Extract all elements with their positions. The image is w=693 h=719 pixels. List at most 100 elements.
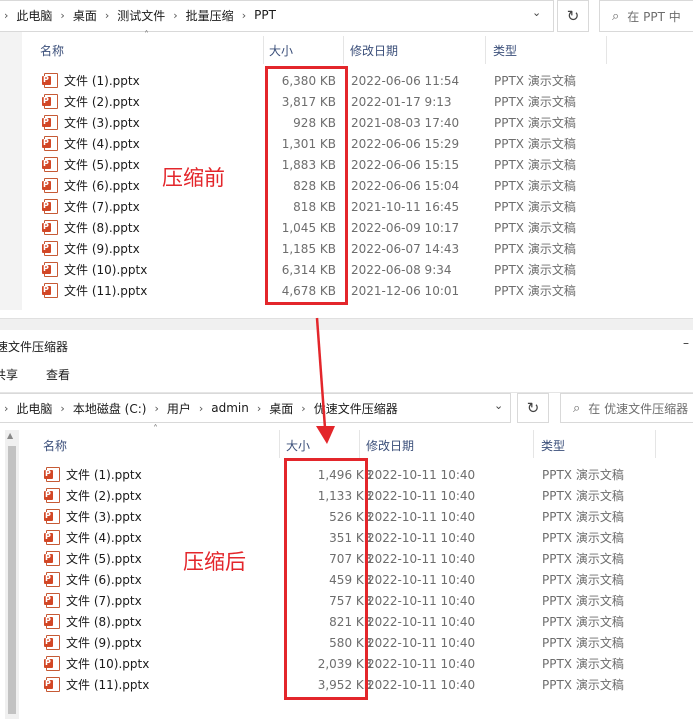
bottom-crumb-1[interactable]: 本地磁盘 (C:): [69, 400, 151, 417]
bottom-header-date[interactable]: 修改日期: [366, 437, 414, 454]
bottom-crumb-4[interactable]: 桌面: [265, 400, 297, 417]
pptx-file-icon: [44, 614, 60, 629]
refresh-icon: ↻: [526, 399, 540, 417]
file-date: 2022-10-11 10:40: [367, 677, 476, 692]
file-name: 文件 (9).pptx: [64, 242, 140, 256]
pptx-file-icon: [44, 656, 60, 671]
nav-pane-scroll-thumb[interactable]: [8, 446, 16, 714]
bottom-header-type[interactable]: 类型: [541, 437, 565, 454]
bottom-crumb-2[interactable]: 用户: [163, 400, 195, 417]
bottom-header-divider: [279, 430, 280, 458]
file-type: PPTX 演示文稿: [542, 636, 624, 650]
top-header-divider: [606, 36, 607, 64]
file-type: PPTX 演示文稿: [542, 552, 624, 566]
file-date: 2022-10-11 10:40: [367, 572, 476, 587]
before-compress-label: 压缩前: [162, 166, 225, 190]
file-type: PPTX 演示文稿: [542, 678, 624, 692]
file-date: 2022-10-11 10:40: [367, 656, 476, 671]
top-header-divider: [343, 36, 344, 64]
file-date: 2022-06-07 14:43: [351, 241, 460, 256]
bottom-search-input[interactable]: ⌕ 在 优速文件压缩器: [560, 393, 693, 423]
file-type: PPTX 演示文稿: [542, 468, 624, 482]
top-refresh-button[interactable]: ↻: [557, 0, 589, 32]
bottom-refresh-button[interactable]: ↻: [517, 393, 549, 423]
file-date: 2022-01-17 9:13: [351, 94, 452, 109]
file-date: 2022-06-06 15:29: [351, 136, 460, 151]
file-date: 2022-10-11 10:40: [367, 614, 476, 629]
top-header-name[interactable]: 名称: [40, 42, 64, 59]
ribbon-tab-share[interactable]: 共享: [0, 366, 18, 383]
file-name: 文件 (8).pptx: [64, 221, 140, 235]
chevron-right-icon: ›: [104, 8, 110, 22]
pptx-file-icon: [42, 241, 58, 256]
top-header-date[interactable]: 修改日期: [350, 42, 398, 59]
top-crumb-4[interactable]: PPT: [250, 8, 280, 22]
bottom-header-divider: [533, 430, 534, 458]
bottom-crumb-0[interactable]: 此电脑: [12, 400, 56, 417]
file-date: 2021-10-11 16:45: [351, 199, 460, 214]
file-name: 文件 (10).pptx: [64, 263, 148, 277]
top-search-placeholder: 在 PPT 中: [627, 9, 681, 24]
scroll-up-icon[interactable]: ▲: [7, 431, 13, 440]
file-type: PPTX 演示文稿: [494, 179, 576, 193]
top-header-size[interactable]: 大小: [269, 42, 293, 59]
file-name: 文件 (6).pptx: [66, 573, 142, 587]
pptx-file-icon: [42, 73, 58, 88]
chevron-right-icon: ›: [154, 401, 159, 415]
chevron-right-icon: ›: [4, 8, 9, 22]
file-name: 文件 (11).pptx: [64, 284, 148, 298]
file-name: 文件 (4).pptx: [66, 531, 142, 545]
bottom-size-highlight: [284, 458, 368, 700]
pptx-file-icon: [44, 551, 60, 566]
top-breadcrumb: › 此电脑 › 桌面 › 测试文件 › 批量压缩 › PPT: [0, 0, 280, 30]
minimize-icon[interactable]: –: [683, 336, 689, 350]
file-date: 2022-10-11 10:40: [367, 593, 476, 608]
pptx-file-icon: [44, 530, 60, 545]
sort-up-icon: ˄: [153, 424, 158, 435]
file-date: 2022-10-11 10:40: [367, 530, 476, 545]
pptx-file-icon: [44, 572, 60, 587]
bottom-search-placeholder: 在 优速文件压缩器: [588, 401, 689, 416]
top-header-divider: [485, 36, 486, 64]
file-name: 文件 (6).pptx: [64, 179, 140, 193]
top-search-input[interactable]: ⌕ 在 PPT 中: [599, 0, 693, 32]
file-name: 文件 (7).pptx: [64, 200, 140, 214]
file-type: PPTX 演示文稿: [542, 594, 624, 608]
chevron-down-icon[interactable]: ⌄: [494, 399, 503, 412]
pptx-file-icon: [42, 262, 58, 277]
file-date: 2022-06-06 15:04: [351, 178, 460, 193]
ribbon-tab-view[interactable]: 查看: [46, 366, 70, 383]
top-header-type[interactable]: 类型: [493, 42, 517, 59]
file-name: 文件 (9).pptx: [66, 636, 142, 650]
top-crumb-2[interactable]: 测试文件: [113, 7, 169, 24]
pptx-file-icon: [42, 178, 58, 193]
file-type: PPTX 演示文稿: [542, 510, 624, 524]
file-type: PPTX 演示文稿: [494, 284, 576, 298]
file-name: 文件 (1).pptx: [66, 468, 142, 482]
top-crumb-0[interactable]: 此电脑: [12, 7, 56, 24]
after-compress-label: 压缩后: [183, 550, 246, 574]
file-date: 2022-10-11 10:40: [367, 488, 476, 503]
file-type: PPTX 演示文稿: [494, 74, 576, 88]
file-type: PPTX 演示文稿: [494, 137, 576, 151]
pptx-file-icon: [44, 467, 60, 482]
top-header-divider: [263, 36, 264, 64]
file-name: 文件 (5).pptx: [64, 158, 140, 172]
bottom-header-divider: [359, 430, 360, 458]
top-crumb-3[interactable]: 批量压缩: [182, 7, 238, 24]
bottom-crumb-3[interactable]: admin: [207, 401, 253, 415]
top-crumb-1[interactable]: 桌面: [69, 7, 101, 24]
file-type: PPTX 演示文稿: [542, 657, 624, 671]
file-type: PPTX 演示文稿: [542, 531, 624, 545]
pptx-file-icon: [42, 157, 58, 172]
pptx-file-icon: [44, 488, 60, 503]
bottom-header-name[interactable]: 名称: [43, 437, 67, 454]
chevron-right-icon: ›: [60, 8, 65, 22]
chevron-right-icon: ›: [198, 401, 204, 415]
chevron-right-icon: ›: [4, 401, 9, 415]
file-date: 2022-10-11 10:40: [367, 509, 476, 524]
file-name: 文件 (2).pptx: [66, 489, 142, 503]
file-type: PPTX 演示文稿: [494, 158, 576, 172]
file-date: 2022-10-11 10:40: [367, 635, 476, 650]
chevron-down-icon[interactable]: ⌄: [532, 6, 541, 19]
